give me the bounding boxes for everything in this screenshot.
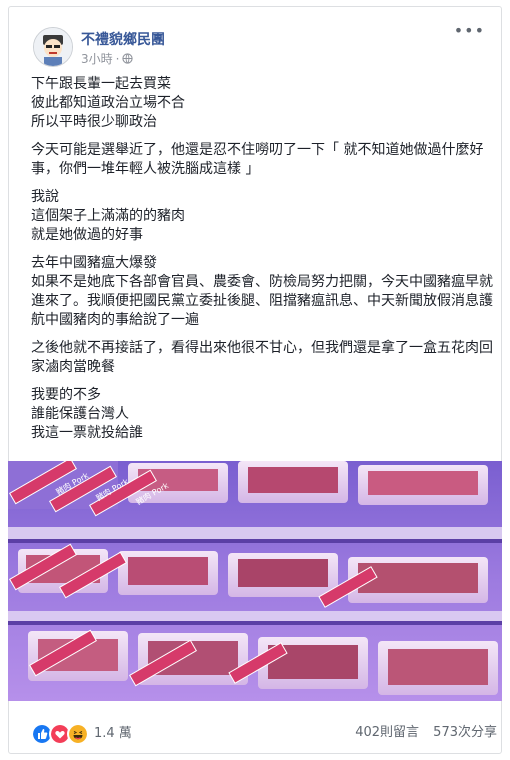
pork-shelf-image: 豬肉 Pork 豬肉 Pork 豬肉 Pork <box>8 461 502 701</box>
post-paragraph: 今天可能是選舉近了，他還是忍不住嘮叨了一下「 就不知道她做過什麼好事，你們一堆年… <box>31 142 484 177</box>
post-meta: 3小時 · <box>81 50 134 67</box>
shares-count-link[interactable]: 573次分享 <box>433 725 497 740</box>
post-paragraph: 之後他就不再接話了，看得出來他很不甘心，但我們還是拿了一盒五花肉回家滷肉當晚餐 <box>31 340 493 375</box>
post-paragraph: 我說 這個架子上滿滿的的豬肉 就是她做過的好事 <box>31 189 185 243</box>
page-avatar[interactable] <box>33 27 73 67</box>
engagement-stats: 402則留言 573次分享 <box>355 723 497 743</box>
avatar-cartoon-icon <box>34 28 72 66</box>
post-timestamp[interactable]: 3小時 <box>81 50 113 67</box>
post-footer: 1.4 萬 402則留言 573次分享 <box>31 723 497 745</box>
haha-icon <box>67 723 89 745</box>
page-name-link[interactable]: 不禮貌鄉民團 <box>81 29 165 49</box>
meta-separator: · <box>115 51 120 66</box>
more-options-icon[interactable]: ••• <box>454 21 485 40</box>
post-paragraph: 我要的不多 誰能保護台灣人 我這一票就投給誰 <box>31 387 143 441</box>
comments-count-link[interactable]: 402則留言 <box>355 725 419 740</box>
reactions-summary[interactable]: 1.4 萬 <box>31 723 132 745</box>
globe-icon <box>122 53 134 64</box>
reaction-count: 1.4 萬 <box>94 726 132 741</box>
post-body: 下午跟長輩一起去買菜 彼此都知道政治立場不合 所以平時很少聊政治 今天可能是選舉… <box>31 75 501 452</box>
post-paragraph: 去年中國豬瘟大爆發 如果不是她底下各部會官員、農委會、防檢局努力把關，今天中國豬… <box>31 255 493 328</box>
post-paragraph: 下午跟長輩一起去買菜 彼此都知道政治立場不合 所以平時很少聊政治 <box>31 76 185 130</box>
post-photo[interactable]: 豬肉 Pork 豬肉 Pork 豬肉 Pork <box>8 461 502 701</box>
